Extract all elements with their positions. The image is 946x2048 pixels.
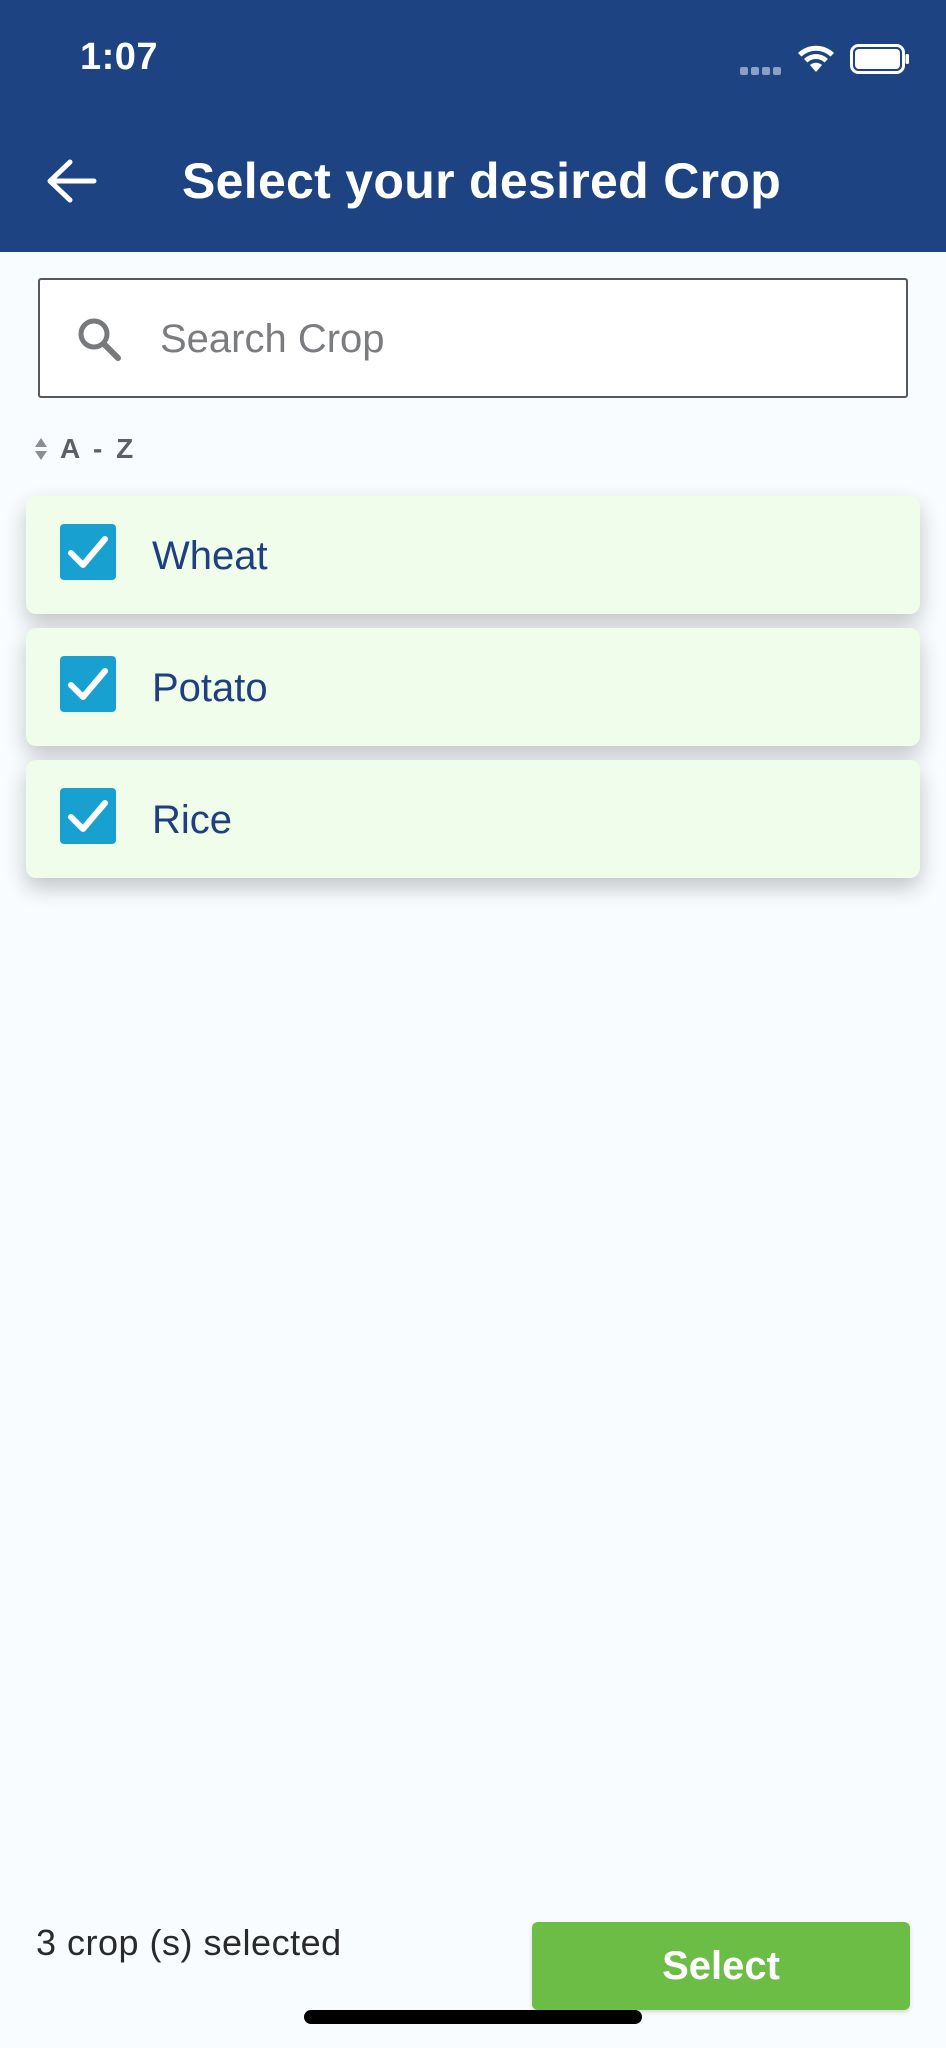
crop-label: Potato <box>152 666 268 710</box>
wheat-checkbox[interactable] <box>60 524 116 580</box>
wifi-icon <box>798 45 834 72</box>
crop-item-rice[interactable]: Rice <box>26 760 920 878</box>
back-arrow-icon[interactable] <box>44 156 98 206</box>
app-header: 1:07 Select your desired Crop <box>0 0 946 252</box>
checkmark-icon <box>68 668 108 700</box>
crop-label: Wheat <box>152 534 268 578</box>
search-input[interactable] <box>160 304 880 374</box>
home-indicator <box>304 2010 642 2024</box>
selected-count: 3 crop (s) selected <box>36 1922 342 1963</box>
sort-label: A - Z <box>60 433 137 464</box>
sort-icon <box>35 438 47 460</box>
potato-checkbox[interactable] <box>60 656 116 712</box>
checkmark-icon <box>68 800 108 832</box>
cellular-signal-icon <box>740 62 784 75</box>
search-icon <box>78 318 121 361</box>
checkmark-icon <box>68 536 108 568</box>
crop-selection-screen: 1:07 Select your desired Crop Search Cro… <box>0 0 946 2048</box>
search-box[interactable] <box>38 278 908 398</box>
crop-item-potato[interactable]: Potato <box>26 628 920 746</box>
page-title: Select your desired Crop <box>182 153 782 209</box>
status-time: 1:07 <box>80 36 159 78</box>
crop-label: Rice <box>152 798 233 842</box>
battery-icon <box>850 44 909 74</box>
crop-item-wheat[interactable]: Wheat <box>26 496 920 614</box>
sort-toggle[interactable]: A - Z <box>34 432 136 466</box>
rice-checkbox[interactable] <box>60 788 116 844</box>
select-button[interactable]: Select <box>532 1922 910 2010</box>
